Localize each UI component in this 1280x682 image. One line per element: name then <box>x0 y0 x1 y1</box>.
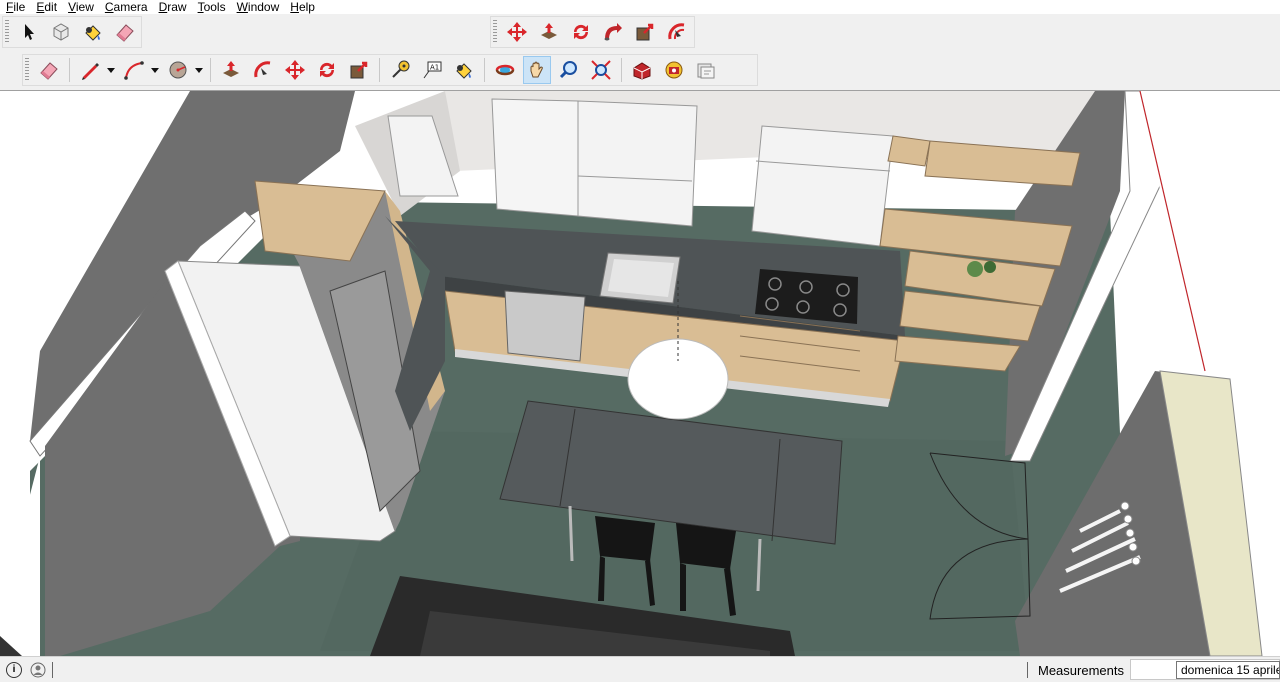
menu-camera[interactable]: Camera <box>99 0 153 14</box>
component-button[interactable] <box>47 18 75 46</box>
menu-tools[interactable]: Tools <box>192 0 231 14</box>
toolbar-large-tool-set: A1 <box>22 54 758 86</box>
text-button[interactable]: A1 <box>418 56 446 84</box>
svg-text:A1: A1 <box>430 64 439 72</box>
line-button[interactable] <box>76 56 104 84</box>
zoom-icon <box>559 61 577 79</box>
zoom-extents-button[interactable] <box>587 56 615 84</box>
toolbar-separator <box>621 58 622 82</box>
rotate-button[interactable] <box>313 56 341 84</box>
layout-send-icon <box>697 63 715 79</box>
paint-bucket-icon <box>85 25 101 41</box>
push-pull-button[interactable] <box>535 18 563 46</box>
push-pull-icon <box>541 23 557 39</box>
menu-help[interactable]: Help <box>284 0 320 14</box>
move-icon <box>285 60 305 80</box>
paint-bucket-button[interactable] <box>450 56 478 84</box>
rotate-icon <box>573 24 589 40</box>
move-icon <box>507 22 527 42</box>
menu-bar: File Edit View Camera Draw Tools Window … <box>0 0 1280 14</box>
offset-button[interactable] <box>663 18 691 46</box>
scale-icon <box>350 61 368 79</box>
wall-cabinet-right <box>751 125 894 247</box>
select-tool-button[interactable] <box>15 18 43 46</box>
extension-warehouse-icon <box>665 61 683 79</box>
zoom-button[interactable] <box>555 56 583 84</box>
push-pull-button[interactable] <box>217 56 245 84</box>
pendant-lamp <box>627 338 729 420</box>
offset-icon <box>668 23 685 40</box>
chevron-down-icon <box>195 68 203 73</box>
circle-button[interactable] <box>164 56 192 84</box>
toolbar-edit <box>490 16 695 48</box>
toolbar-separator <box>69 58 70 82</box>
eraser-icon <box>116 24 134 42</box>
orbit-button[interactable] <box>491 56 519 84</box>
zoom-extents-icon <box>591 60 611 80</box>
pan-button[interactable] <box>523 56 551 84</box>
rotate-button[interactable] <box>567 18 595 46</box>
orbit-icon <box>495 64 515 76</box>
toolbar-grip[interactable] <box>25 58 29 82</box>
user-icon[interactable] <box>30 662 46 678</box>
tape-measure-icon <box>392 60 410 78</box>
warehouse-icon <box>633 62 651 80</box>
scale-button[interactable] <box>631 18 659 46</box>
text-icon: A1 <box>423 61 442 79</box>
follow-me-button[interactable] <box>599 18 627 46</box>
toolbar-grip[interactable] <box>5 20 9 44</box>
pencil-line-icon <box>82 63 99 80</box>
line-dropdown[interactable] <box>104 56 118 84</box>
menu-view[interactable]: View <box>62 0 99 14</box>
rotate-icon <box>319 62 335 78</box>
wall-cabinet-left <box>491 98 579 217</box>
extension-warehouse-button[interactable] <box>660 56 688 84</box>
menu-file[interactable]: File <box>0 0 30 14</box>
toolbar-separator <box>210 58 211 82</box>
eraser-icon <box>40 62 58 80</box>
arc-icon <box>124 61 144 80</box>
move-button[interactable] <box>503 18 531 46</box>
measurements-label: Measurements <box>1038 663 1124 678</box>
status-bar: i Measurements domenica 15 aprile <box>0 656 1280 682</box>
info-icon[interactable]: i <box>6 661 22 678</box>
eraser-button[interactable] <box>111 18 139 46</box>
component-icon <box>53 23 69 41</box>
date-tooltip: domenica 15 aprile <box>1176 661 1280 679</box>
toolbar-separator <box>379 58 380 82</box>
scale-button[interactable] <box>345 56 373 84</box>
paint-bucket-icon <box>456 63 472 79</box>
status-separator <box>52 661 53 678</box>
arc-dropdown[interactable] <box>148 56 162 84</box>
model-viewport[interactable] <box>0 90 1280 656</box>
circle-dropdown[interactable] <box>192 56 206 84</box>
layout-send-button[interactable] <box>692 56 720 84</box>
menu-draw[interactable]: Draw <box>153 0 192 14</box>
toolbar-grip[interactable] <box>493 20 497 44</box>
chevron-down-icon <box>151 68 159 73</box>
toolbar-separator <box>484 58 485 82</box>
menu-edit[interactable]: Edit <box>30 0 62 14</box>
move-button[interactable] <box>281 56 309 84</box>
arc-button[interactable] <box>120 56 148 84</box>
eraser-button[interactable] <box>35 56 63 84</box>
follow-me-icon <box>254 61 271 78</box>
pan-icon <box>530 61 543 78</box>
menu-window[interactable]: Window <box>231 0 285 14</box>
chevron-down-icon <box>107 68 115 73</box>
push-pull-icon <box>223 61 239 77</box>
follow-me-button[interactable] <box>249 56 277 84</box>
measurements-separator <box>1027 662 1028 678</box>
tape-measure-button[interactable] <box>386 56 414 84</box>
kitchen-3d-model <box>0 91 1280 656</box>
follow-me-icon <box>604 23 622 41</box>
warehouse-button[interactable] <box>628 56 656 84</box>
scale-icon <box>636 23 654 41</box>
select-tool-icon <box>25 24 34 40</box>
paint-bucket-button[interactable] <box>79 18 107 46</box>
circle-icon <box>169 61 187 79</box>
toolbar-getting-started <box>2 16 142 48</box>
